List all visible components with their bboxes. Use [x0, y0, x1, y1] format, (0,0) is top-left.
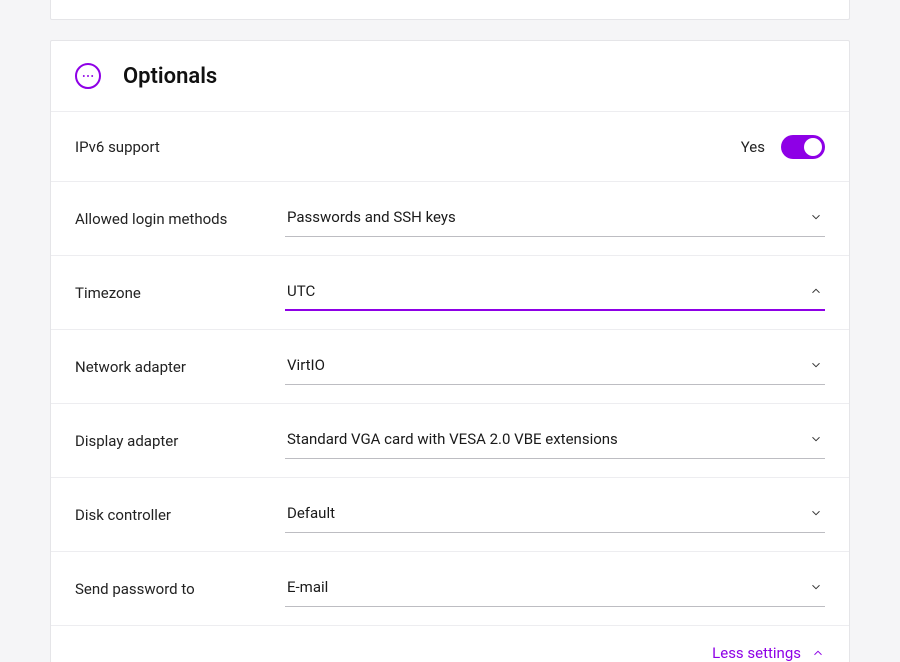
login-methods-select[interactable]: Passwords and SSH keys: [285, 200, 825, 237]
chevron-down-icon: [809, 506, 823, 520]
login-methods-row: Allowed login methods Passwords and SSH …: [51, 181, 849, 255]
display-adapter-label: Display adapter: [75, 432, 285, 450]
timezone-select[interactable]: UTC: [285, 274, 825, 311]
less-settings-button[interactable]: Less settings: [51, 625, 849, 662]
send-password-label: Send password to: [75, 580, 285, 598]
previous-card-fragment: [50, 0, 850, 20]
chevron-up-icon: [809, 284, 823, 298]
optionals-card: Optionals IPv6 support Yes Allowed login…: [50, 40, 850, 662]
disk-controller-select[interactable]: Default: [285, 496, 825, 533]
network-adapter-label: Network adapter: [75, 358, 285, 376]
ipv6-label: IPv6 support: [75, 138, 285, 156]
ipv6-state-label: Yes: [741, 138, 765, 156]
chevron-down-icon: [809, 580, 823, 594]
send-password-value: E-mail: [287, 578, 328, 596]
card-title: Optionals: [123, 64, 217, 89]
network-adapter-row: Network adapter VirtIO: [51, 329, 849, 403]
ipv6-row: IPv6 support Yes: [51, 111, 849, 181]
toggle-knob: [804, 138, 822, 156]
disk-controller-value: Default: [287, 504, 335, 522]
login-methods-value: Passwords and SSH keys: [287, 208, 456, 226]
send-password-row: Send password to E-mail: [51, 551, 849, 625]
less-settings-label: Less settings: [712, 644, 801, 662]
display-adapter-value: Standard VGA card with VESA 2.0 VBE exte…: [287, 430, 618, 448]
network-adapter-value: VirtIO: [287, 356, 325, 374]
timezone-row: Timezone UTC: [51, 255, 849, 329]
ipv6-toggle[interactable]: [781, 135, 825, 159]
more-options-icon: [75, 63, 101, 89]
send-password-select[interactable]: E-mail: [285, 570, 825, 607]
ipv6-toggle-group: Yes: [741, 135, 825, 159]
login-methods-label: Allowed login methods: [75, 210, 285, 228]
chevron-down-icon: [809, 432, 823, 446]
chevron-down-icon: [809, 358, 823, 372]
disk-controller-label: Disk controller: [75, 506, 285, 524]
display-adapter-row: Display adapter Standard VGA card with V…: [51, 403, 849, 477]
timezone-label: Timezone: [75, 284, 285, 302]
card-header: Optionals: [51, 41, 849, 111]
chevron-down-icon: [809, 210, 823, 224]
display-adapter-select[interactable]: Standard VGA card with VESA 2.0 VBE exte…: [285, 422, 825, 459]
timezone-value: UTC: [287, 282, 315, 300]
network-adapter-select[interactable]: VirtIO: [285, 348, 825, 385]
chevron-up-icon: [811, 646, 825, 660]
disk-controller-row: Disk controller Default: [51, 477, 849, 551]
